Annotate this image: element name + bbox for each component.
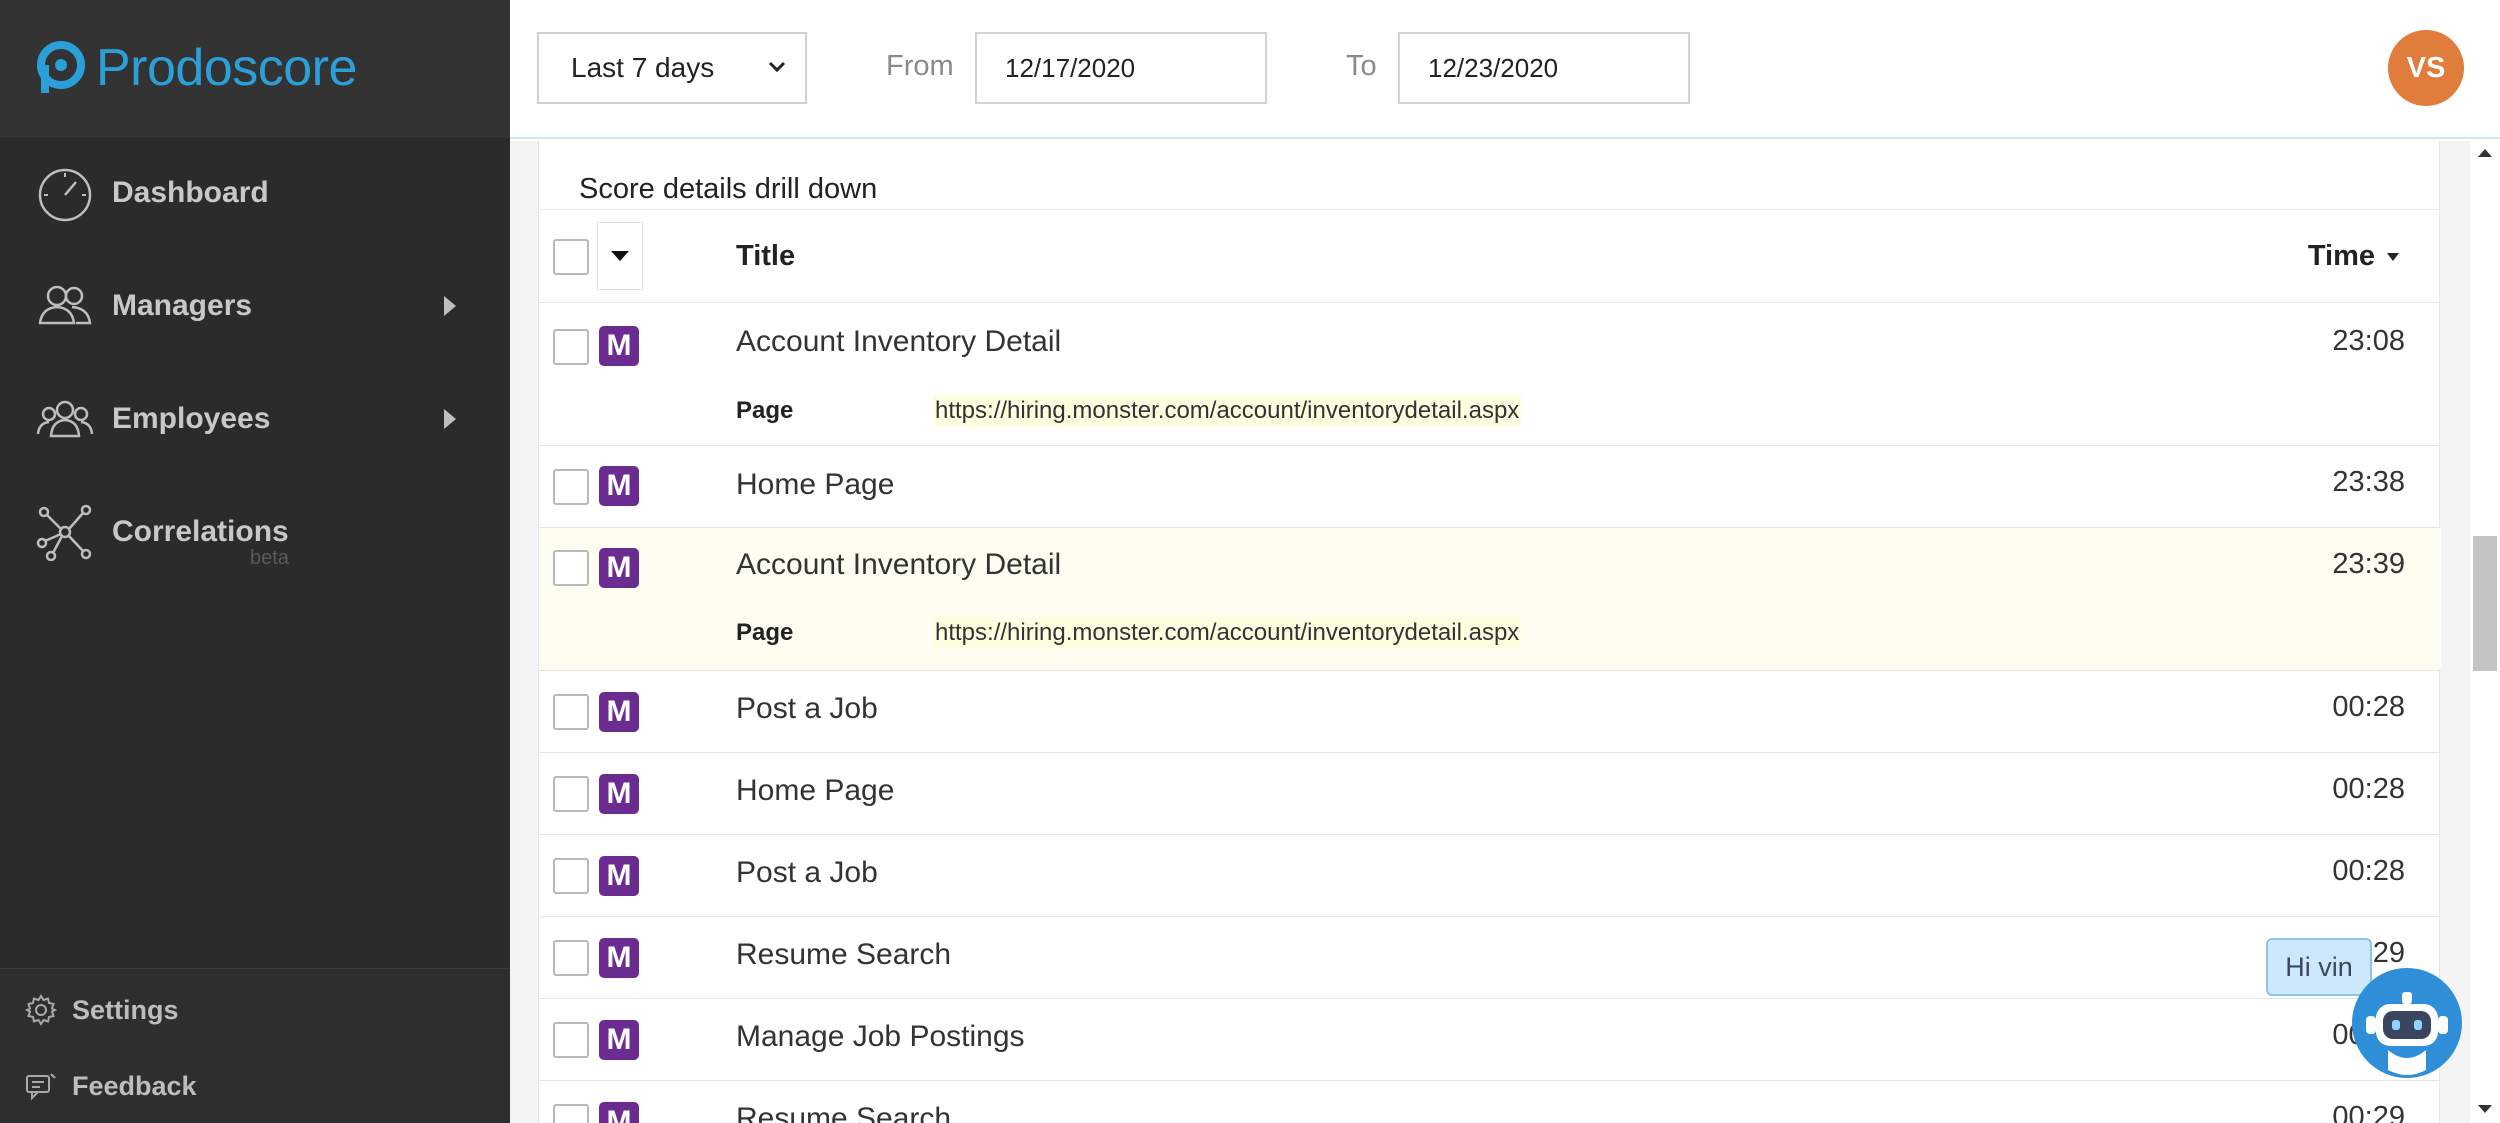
row-time: 00:29 — [2332, 1101, 2405, 1123]
row-time: 00:28 — [2332, 855, 2405, 887]
score-details-card: Score details drill down Title Time M Ac… — [538, 141, 2441, 1123]
monster-app-icon: M — [599, 938, 639, 978]
chevron-right-icon — [444, 409, 456, 429]
top-bar: Last 7 days From 12/17/2020 To 12/23/202… — [510, 0, 2500, 139]
column-time-label: Time — [2307, 240, 2375, 272]
sidebar-footer: Settings Feedback — [0, 968, 510, 1123]
row-checkbox[interactable] — [553, 1022, 589, 1058]
monster-app-icon: M — [599, 1102, 639, 1123]
sidebar: Prodoscore Dashboard Managers Employees … — [0, 0, 510, 1123]
brand-logo[interactable]: Prodoscore — [36, 38, 357, 98]
date-range-value: Last 7 days — [571, 52, 715, 83]
monster-app-icon: M — [599, 326, 639, 366]
row-time: 23:38 — [2332, 466, 2405, 498]
row-checkbox[interactable] — [553, 694, 589, 730]
row-time: 23:39 — [2332, 548, 2405, 580]
main-content: Score details drill down Title Time M Ac… — [510, 141, 2500, 1123]
table-row[interactable]: M Resume Search 00:29 — [539, 1081, 2441, 1123]
page-url: https://hiring.monster.com/account/inven… — [933, 395, 1522, 427]
row-checkbox[interactable] — [553, 776, 589, 812]
prodoscore-logo-icon — [37, 41, 85, 93]
page-url: https://hiring.monster.com/account/inven… — [933, 617, 1522, 649]
table-row[interactable]: M Resume Search 00:29 — [539, 917, 2441, 999]
network-icon — [36, 504, 92, 561]
brand-name: Prodoscore — [96, 39, 357, 97]
scroll-down-arrow-icon[interactable] — [2478, 1105, 2492, 1113]
nav-correlations[interactable]: Correlations beta — [36, 497, 456, 569]
row-checkbox[interactable] — [553, 940, 589, 976]
chevron-down-icon — [768, 61, 786, 73]
monster-app-icon: M — [599, 548, 639, 588]
column-title: Title — [736, 240, 796, 272]
nav-correlations-label: Correlations — [112, 515, 289, 548]
nav-managers-label: Managers — [112, 289, 253, 322]
date-range-select[interactable]: Last 7 days — [537, 32, 807, 104]
row-title: Account Inventory Detail — [736, 325, 1062, 358]
settings-label: Settings — [72, 994, 179, 1025]
nav-employees[interactable]: Employees — [36, 384, 456, 454]
row-checkbox[interactable] — [553, 469, 589, 505]
scrollbar[interactable] — [2470, 141, 2500, 1123]
table-row[interactable]: M Account Inventory Detail 23:08 Page ht… — [539, 303, 2441, 446]
scrollbar-thumb[interactable] — [2473, 536, 2497, 671]
nav-dashboard[interactable]: Dashboard — [36, 158, 456, 228]
beta-badge: beta — [250, 547, 289, 569]
select-all-checkbox[interactable] — [553, 239, 589, 275]
feedback-icon — [26, 1073, 56, 1101]
card-title: Score details drill down — [579, 173, 878, 205]
row-checkbox[interactable] — [553, 858, 589, 894]
monster-app-icon: M — [599, 774, 639, 814]
row-time: 23:08 — [2332, 325, 2405, 357]
column-time-sort[interactable]: Time — [2308, 240, 2399, 273]
row-time: 00:28 — [2332, 691, 2405, 723]
table-row[interactable]: M Home Page 23:38 — [539, 446, 2441, 528]
to-date-input[interactable]: 12/23/2020 — [1398, 32, 1690, 104]
table-row[interactable]: M Home Page 00:28 — [539, 753, 2441, 835]
gear-icon — [24, 994, 58, 1026]
monster-app-icon: M — [599, 692, 639, 732]
bulk-actions-dropdown[interactable] — [597, 222, 643, 290]
from-date-input[interactable]: 12/17/2020 — [975, 32, 1267, 104]
row-checkbox[interactable] — [553, 550, 589, 586]
from-label: From — [886, 50, 954, 82]
chatbot-launcher[interactable] — [2352, 968, 2462, 1078]
nav-employees-label: Employees — [112, 402, 271, 435]
scroll-up-arrow-icon[interactable] — [2478, 149, 2492, 157]
chevron-right-icon — [444, 296, 456, 316]
nav-managers[interactable]: Managers — [36, 271, 456, 341]
feedback-label: Feedback — [72, 1070, 197, 1101]
table-row[interactable]: M Manage Job Postings 00:29 — [539, 999, 2441, 1081]
settings-link[interactable]: Settings — [24, 993, 179, 1027]
monster-app-icon: M — [599, 856, 639, 896]
row-checkbox[interactable] — [553, 1104, 589, 1123]
logo-bar: Prodoscore — [0, 0, 510, 139]
row-title: Resume Search — [736, 938, 952, 971]
to-label: To — [1346, 50, 1377, 82]
robot-icon — [2355, 971, 2459, 1075]
nav-dashboard-label: Dashboard — [112, 176, 269, 209]
row-title: Post a Job — [736, 856, 878, 889]
page-label: Page — [736, 397, 794, 424]
row-title: Account Inventory Detail — [736, 548, 1062, 581]
speedometer-icon — [38, 168, 92, 222]
monster-app-icon: M — [599, 1020, 639, 1060]
employees-icon — [36, 400, 94, 438]
table-header: Title Time — [539, 209, 2441, 303]
row-title: Resume Search — [736, 1102, 952, 1123]
sort-caret-icon — [2387, 253, 2399, 262]
monster-app-icon: M — [599, 466, 639, 506]
feedback-link[interactable]: Feedback — [24, 1069, 197, 1103]
row-title: Home Page — [736, 468, 895, 501]
row-title: Home Page — [736, 774, 895, 807]
row-checkbox[interactable] — [553, 329, 589, 365]
row-title: Manage Job Postings — [736, 1020, 1025, 1053]
avatar[interactable]: VS — [2388, 30, 2464, 106]
table-row[interactable]: M Post a Job 00:28 — [539, 835, 2441, 917]
row-title: Post a Job — [736, 692, 878, 725]
row-time: 00:28 — [2332, 773, 2405, 805]
table-row[interactable]: M Account Inventory Detail 23:39 Page ht… — [539, 528, 2441, 671]
table-row[interactable]: M Post a Job 00:28 — [539, 671, 2441, 753]
page-label: Page — [736, 619, 794, 646]
managers-icon — [38, 285, 92, 325]
